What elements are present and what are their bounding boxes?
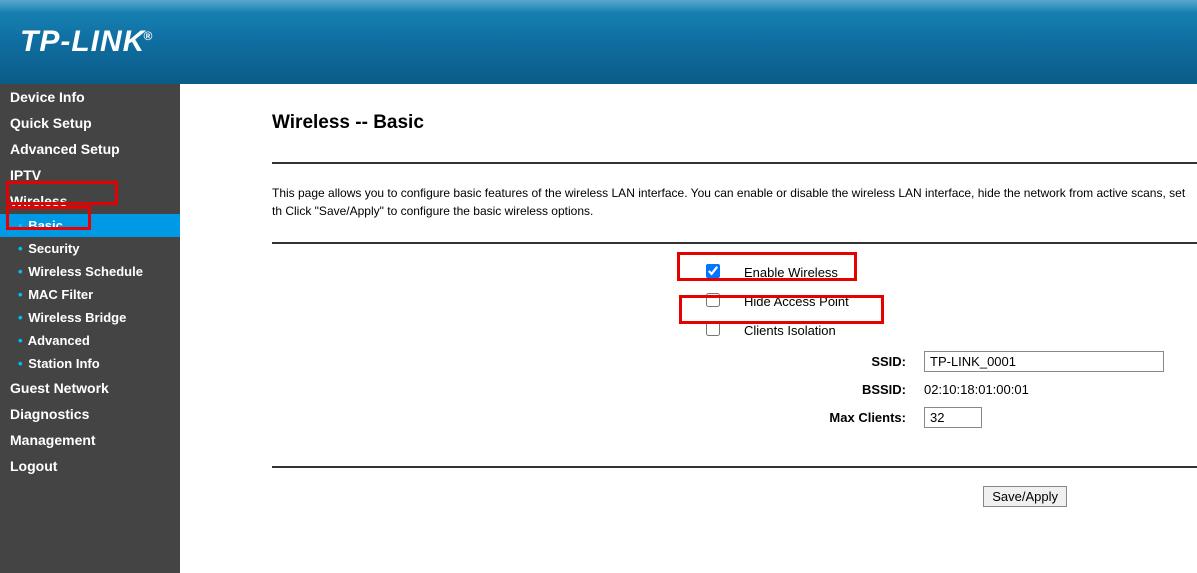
sidebar-subitem-security[interactable]: • Security	[0, 237, 180, 260]
main-content: Wireless -- Basic This page allows you t…	[180, 84, 1197, 573]
divider	[272, 162, 1197, 164]
bssid-value: 02:10:18:01:00:01	[924, 382, 1029, 397]
sidebar-item-guest-network[interactable]: Guest Network	[0, 375, 180, 401]
sidebar-item-logout[interactable]: Logout	[0, 453, 180, 479]
bullet-icon: •	[18, 356, 23, 371]
clients-isolation-label: Clients Isolation	[744, 323, 836, 338]
bssid-label: BSSID:	[632, 382, 924, 397]
max-clients-input[interactable]	[924, 407, 982, 428]
bullet-icon: •	[18, 333, 23, 348]
hide-ap-label: Hide Access Point	[744, 294, 849, 309]
button-row: Save/Apply	[272, 468, 1197, 507]
ssid-input[interactable]	[924, 351, 1164, 372]
sidebar-item-diagnostics[interactable]: Diagnostics	[0, 401, 180, 427]
logo: TP-LINK®	[20, 25, 153, 59]
sidebar-subitem-wireless-bridge[interactable]: • Wireless Bridge	[0, 306, 180, 329]
sidebar-item-wireless[interactable]: Wireless	[0, 188, 180, 214]
bullet-icon: •	[18, 241, 23, 256]
clients-isolation-row: Clients Isolation	[682, 322, 1197, 339]
page-description: This page allows you to configure basic …	[272, 184, 1197, 220]
sidebar-item-advanced-setup[interactable]: Advanced Setup	[0, 136, 180, 162]
save-apply-button[interactable]: Save/Apply	[983, 486, 1067, 507]
page-title: Wireless -- Basic	[272, 112, 1197, 134]
bullet-icon: •	[18, 310, 23, 325]
bullet-icon: •	[18, 264, 23, 279]
max-clients-row: Max Clients:	[632, 407, 1197, 428]
sidebar: Device Info Quick Setup Advanced Setup I…	[0, 84, 180, 573]
sidebar-subitem-advanced[interactable]: • Advanced	[0, 329, 180, 352]
header: TP-LINK®	[0, 0, 1197, 84]
sidebar-item-management[interactable]: Management	[0, 427, 180, 453]
enable-wireless-label: Enable Wireless	[744, 265, 838, 280]
sidebar-subitem-mac-filter[interactable]: • MAC Filter	[0, 283, 180, 306]
form-input-group: SSID: BSSID: 02:10:18:01:00:01 Max Clien…	[632, 351, 1197, 428]
sidebar-item-iptv[interactable]: IPTV	[0, 162, 180, 188]
enable-wireless-checkbox[interactable]	[706, 264, 720, 278]
sidebar-item-quick-setup[interactable]: Quick Setup	[0, 110, 180, 136]
ssid-label: SSID:	[632, 354, 924, 369]
form-checkbox-group: Enable Wireless Hide Access Point Client…	[682, 264, 1197, 339]
hide-ap-row: Hide Access Point	[682, 293, 1197, 310]
enable-wireless-row: Enable Wireless	[682, 264, 1197, 281]
bullet-icon: •	[18, 287, 23, 302]
ssid-row: SSID:	[632, 351, 1197, 372]
hide-ap-checkbox[interactable]	[706, 293, 720, 307]
bullet-icon: •	[18, 218, 23, 233]
sidebar-subitem-basic[interactable]: • Basic	[0, 214, 180, 237]
bssid-row: BSSID: 02:10:18:01:00:01	[632, 382, 1197, 397]
sidebar-item-device-info[interactable]: Device Info	[0, 84, 180, 110]
sidebar-subitem-station-info[interactable]: • Station Info	[0, 352, 180, 375]
clients-isolation-checkbox[interactable]	[706, 322, 720, 336]
sidebar-subitem-wireless-schedule[interactable]: • Wireless Schedule	[0, 260, 180, 283]
divider	[272, 242, 1197, 244]
max-clients-label: Max Clients:	[632, 410, 924, 425]
